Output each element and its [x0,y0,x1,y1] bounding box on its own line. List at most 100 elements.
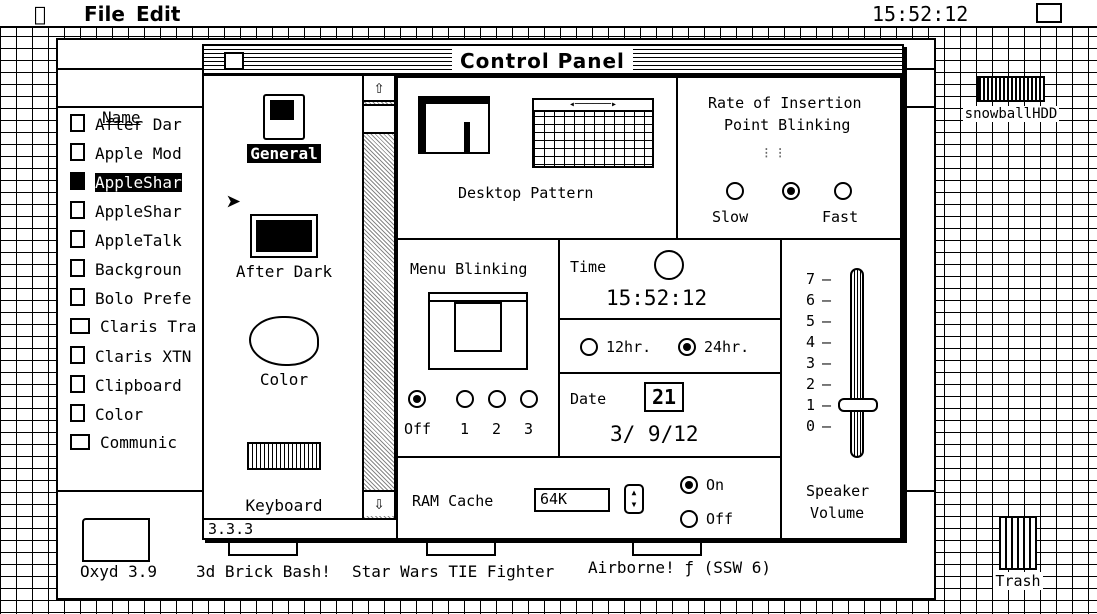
finder-list-item[interactable]: AppleShar [70,201,182,221]
menu-blink-1-label: 1 [460,420,470,438]
volume-tick-label: 5 [806,312,816,330]
menu-file[interactable]: File [84,2,125,26]
cdev-color[interactable]: Color [204,316,364,389]
finder-item-label: Color [95,405,144,424]
after-dark-icon [250,214,318,258]
pattern-editor[interactable] [418,96,490,154]
app-label[interactable]: 3d Brick Bash! [196,562,331,581]
finder-list-item[interactable]: After Dar [70,114,182,134]
blink-slow-radio[interactable] [726,182,744,200]
scroll-thumb[interactable] [364,104,394,134]
ram-cache-stepper-icon[interactable]: ▴ ▾ [624,484,644,514]
menu-bar:  File Edit 15:52:12 [0,0,1097,28]
volume-tick-label: 2 [806,375,816,393]
finder-list-item[interactable]: Apple Mod [70,143,182,163]
date-value[interactable]: 3/ 9/12 [610,422,699,446]
24hr-radio[interactable] [678,338,696,356]
cdev-scrollbar[interactable]: ⇧ ⇩ [362,76,396,518]
app-label[interactable]: Airborne! ƒ (SSW 6) [588,558,771,577]
volume-slider-track[interactable] [850,268,864,458]
volume-tick-label: 7 [806,270,816,288]
volume-tick-mark: – [822,333,832,351]
folder-icon[interactable] [82,518,150,562]
clock-icon [654,250,684,280]
disk-icon [977,76,1045,102]
app-icon[interactable] [632,538,702,556]
scroll-up-arrow-icon[interactable]: ⇧ [364,76,394,102]
folder-label[interactable]: Oxyd 3.9 [80,562,157,581]
time-format-panel: 12hr. 24hr. [558,318,782,374]
volume-tick-label: 1 [806,396,816,414]
time-value[interactable]: 15:52:12 [606,286,707,310]
pattern-selector-arrows[interactable]: ◂──────▸ [534,100,652,112]
clipboard-icon[interactable] [1036,3,1062,23]
finder-item-label: Clipboard [95,376,182,395]
hard-disk-icon[interactable]: snowballHDD [956,76,1066,126]
ram-cache-panel: RAM Cache 64K ▴ ▾ On Off [396,456,782,540]
finder-list-item[interactable]: Bolo Prefe [70,288,191,308]
control-panel-window: Control Panel General After Dark Color K… [202,44,904,540]
finder-list-item[interactable]: Clipboard [70,375,182,395]
ram-cache-size-field[interactable]: 64K [534,488,610,512]
insertion-blink-panel: Rate of Insertion Point Blinking ⁝ ⁝ Slo… [676,76,902,240]
volume-slider-knob[interactable] [838,398,878,412]
volume-tick-label: 6 [806,291,816,309]
calendar-icon: 21 [644,382,684,412]
apple-menu-icon[interactable]:  [34,2,46,26]
app-icon[interactable] [426,538,496,556]
menu-blink-2-label: 2 [492,420,502,438]
finder-list-item[interactable]: Color [70,404,143,424]
finder-list-item[interactable]: Claris Tra [70,317,196,336]
speaker-label-line1: Speaker [806,482,870,500]
version-label: 3.3.3 [204,518,396,538]
date-label: Date [570,390,607,408]
blink-medium-radio[interactable] [782,182,800,200]
scroll-down-arrow-icon[interactable]: ⇩ [364,490,394,516]
menu-blink-2-radio[interactable] [488,390,506,408]
desktop-pattern-panel: ◂──────▸ Desktop Pattern [396,76,678,240]
document-icon [70,375,85,393]
macintosh-icon [263,94,305,140]
finder-item-label: Claris Tra [100,317,197,336]
finder-list-item[interactable]: Claris XTN [70,346,191,366]
trash-icon [999,516,1037,570]
ram-cache-off-radio[interactable] [680,510,698,528]
volume-tick-mark: – [822,312,832,330]
document-icon [70,114,85,132]
time-panel: Time 15:52:12 [558,238,782,320]
document-icon [70,201,85,219]
palette-icon [249,316,319,366]
document-icon [70,259,85,277]
folder-icon [70,318,90,334]
12hr-radio[interactable] [580,338,598,356]
menu-blink-3-radio[interactable] [520,390,538,408]
trash-can[interactable]: Trash [986,516,1050,596]
volume-tick-label: 3 [806,354,816,372]
cdev-general[interactable]: General [204,94,364,163]
hard-disk-label: snowballHDD [962,106,1060,122]
finder-list-item[interactable]: AppleTalk [70,230,182,250]
cdev-list: General After Dark Color Keyboard [204,76,364,518]
menu-blink-off-radio[interactable] [408,390,426,408]
close-box-icon[interactable] [224,52,244,70]
menu-blinking-preview-icon [428,292,528,370]
speaker-volume-panel: 7–6–5–4–3–2–1–0– Speaker Volume [780,238,902,540]
menu-blink-3-label: 3 [524,420,534,438]
cdev-keyboard[interactable]: Keyboard [204,442,364,515]
finder-list-item[interactable]: AppleShar [70,172,182,192]
menu-blink-1-radio[interactable] [456,390,474,408]
folder-icon [70,434,90,450]
blink-fast-radio[interactable] [834,182,852,200]
app-icon[interactable] [228,538,298,556]
finder-item-label: After Dar [95,115,182,134]
cdev-after-dark[interactable]: After Dark [204,214,364,281]
finder-list-item[interactable]: Communic [70,433,177,452]
control-panel-title-bar[interactable]: Control Panel [204,46,902,76]
app-label[interactable]: Star Wars TIE Fighter [352,562,554,581]
menu-edit[interactable]: Edit [136,2,180,26]
volume-tick-label: 0 [806,417,816,435]
pattern-preview[interactable]: ◂──────▸ [532,98,654,168]
finder-list-item[interactable]: Backgroun [70,259,182,279]
document-icon [70,172,85,190]
ram-cache-on-radio[interactable] [680,476,698,494]
